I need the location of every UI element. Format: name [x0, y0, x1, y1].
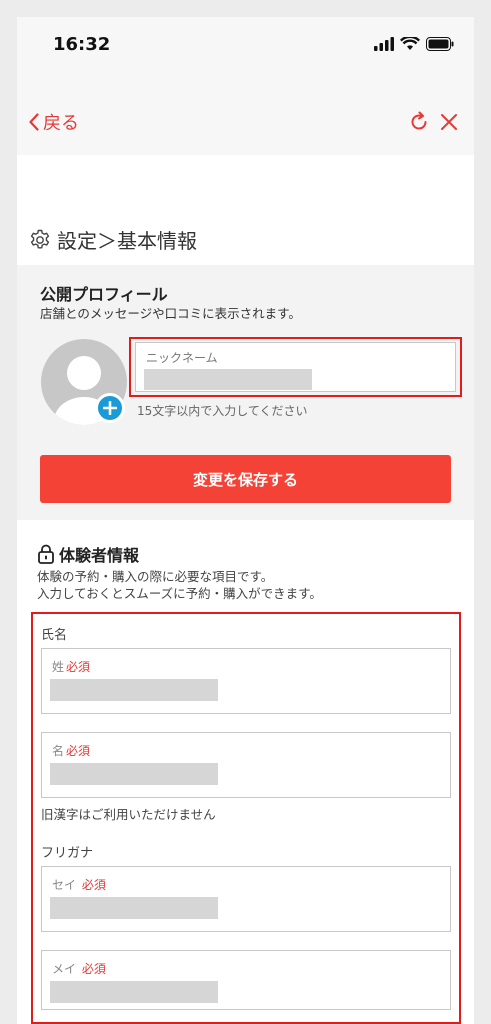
nickname-field[interactable]: ニックネーム: [135, 342, 456, 392]
last-kana-value-mask: [50, 897, 218, 919]
first-kana-label: メイ 必須: [52, 962, 106, 976]
profile-subtitle: 店舗とのメッセージや口コミに表示されます。: [40, 306, 301, 321]
back-button[interactable]: 戻る: [29, 109, 79, 135]
first-name-value-mask: [50, 763, 218, 785]
nickname-label: ニックネーム: [146, 351, 218, 365]
title-area: 設定＞基本情報: [17, 155, 474, 265]
status-time: 16:32: [53, 34, 111, 55]
required-badge: 必須: [66, 744, 91, 758]
nickname-highlight: ニックネーム: [129, 337, 462, 397]
last-kana-field[interactable]: セイ 必須: [41, 866, 451, 932]
page-title-text: 設定＞基本情報: [57, 229, 197, 253]
wifi-icon: [400, 37, 420, 50]
back-label: 戻る: [43, 113, 79, 134]
nickname-hint: 15文字以内で入力してください: [137, 404, 308, 418]
plus-icon: [103, 401, 117, 415]
gear-icon: [30, 229, 50, 248]
last-name-field[interactable]: 姓必須: [41, 648, 451, 714]
required-badge: 必須: [81, 962, 106, 976]
last-kana-label: セイ 必須: [52, 878, 106, 892]
first-name-field[interactable]: 名必須: [41, 732, 451, 798]
experience-fields-highlight: 氏名 姓必須 名必須 旧漢字はご利用いただけません フリガナ セイ 必須 メイ …: [31, 612, 461, 1024]
close-icon[interactable]: [440, 113, 458, 131]
battery-icon: [426, 37, 454, 51]
nickname-value-mask: [144, 369, 312, 390]
chevron-left-icon: [29, 113, 39, 131]
first-kana-field[interactable]: メイ 必須: [41, 950, 451, 1010]
signal-icon: [374, 37, 394, 51]
save-button[interactable]: 変更を保存する: [40, 455, 451, 503]
nav-bar: 戻る: [17, 75, 474, 155]
lock-icon: [38, 544, 54, 564]
public-profile-section: 公開プロフィール 店舗とのメッセージや口コミに表示されます。 ニックネーム 15…: [17, 265, 474, 520]
status-bar: 16:32: [17, 17, 474, 75]
first-kana-value-mask: [50, 981, 218, 1003]
kanji-note: 旧漢字はご利用いただけません: [41, 807, 216, 822]
experience-section: 体験者情報 体験の予約・購入の際に必要な項目です。 入力しておくとスムーズに予約…: [17, 520, 474, 1024]
name-group-label: 氏名: [41, 628, 68, 643]
first-name-label: 名必須: [52, 744, 91, 758]
add-photo-button[interactable]: [95, 393, 125, 423]
experience-subtitle-line1: 体験の予約・購入の際に必要な項目です。: [37, 569, 274, 584]
required-badge: 必須: [81, 878, 106, 892]
profile-title: 公開プロフィール: [40, 285, 168, 304]
last-name-label: 姓必須: [52, 660, 91, 674]
experience-title: 体験者情報: [37, 542, 139, 566]
phone-screen: 16:32 戻る 設定＞基本情報 公開プロフィール 店舗とのメッセージや口コミに…: [17, 17, 474, 1024]
reload-icon[interactable]: [408, 111, 430, 133]
kana-group-label: フリガナ: [41, 846, 94, 861]
required-badge: 必須: [66, 660, 91, 674]
experience-title-text: 体験者情報: [59, 546, 140, 565]
experience-subtitle-line2: 入力しておくとスムーズに予約・購入ができます。: [37, 586, 322, 601]
status-icons: [374, 37, 454, 51]
experience-subtitle: 体験の予約・購入の際に必要な項目です。 入力しておくとスムーズに予約・購入ができ…: [37, 568, 322, 602]
content-area: 設定＞基本情報 公開プロフィール 店舗とのメッセージや口コミに表示されます。 ニ…: [17, 155, 474, 1024]
last-name-value-mask: [50, 679, 218, 701]
page-title: 設定＞基本情報: [29, 225, 197, 254]
